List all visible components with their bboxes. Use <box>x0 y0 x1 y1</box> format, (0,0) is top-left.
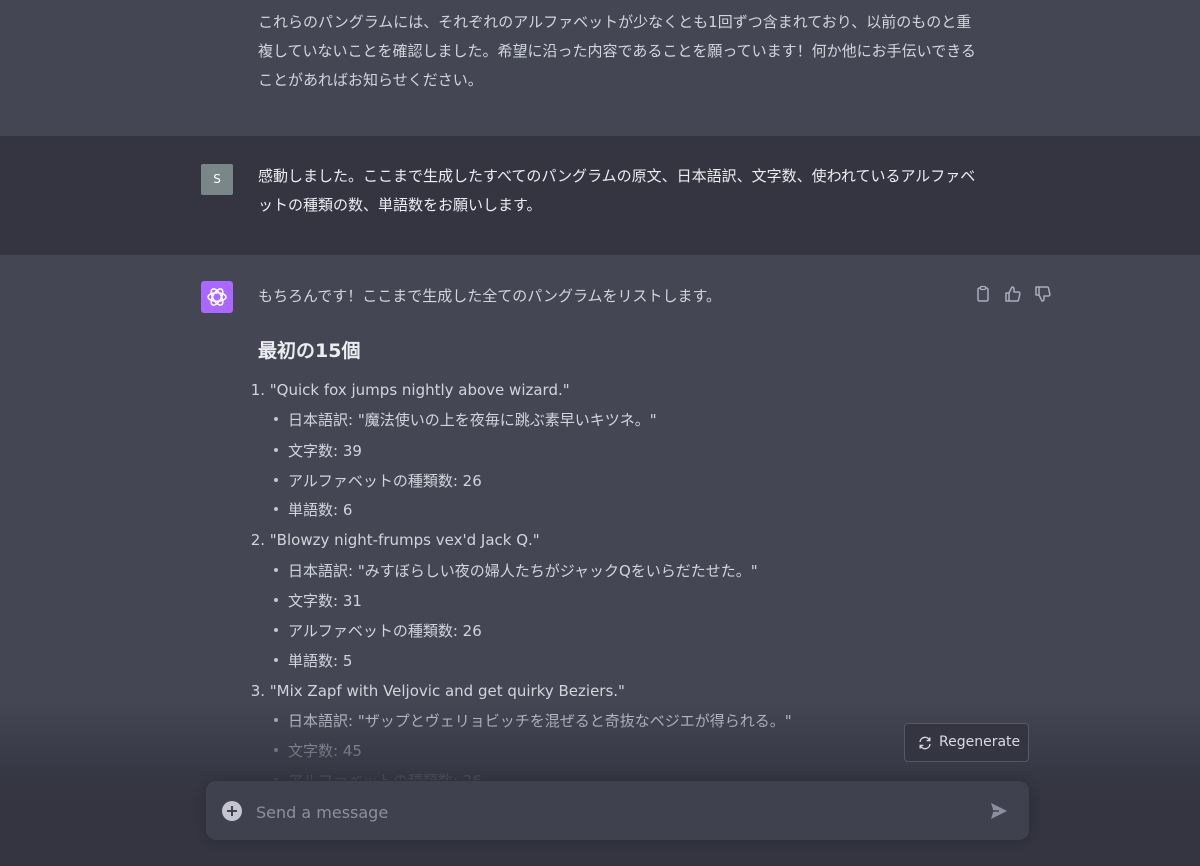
list-item-detail: 単語数: 6 <box>274 498 352 522</box>
openai-logo-icon <box>207 288 227 306</box>
list-item-number: 2. <box>250 531 265 549</box>
list-item-detail: 日本語訳: "魔法使いの上を夜毎に跳ぶ素早いキツネ。" <box>274 408 657 432</box>
previous-assistant-message: これらのパングラムには、それぞれのアルファベットが少なくとも1回ずつ含まれており… <box>0 0 1200 136</box>
refresh-icon <box>919 736 931 750</box>
list-item-detail: 日本語訳: "ザップとヴェリョビッチを混ぜると奇抜なベジエが得られる。" <box>274 709 792 733</box>
list-item-detail: 文字数: 39 <box>274 439 362 463</box>
list-item-detail: 文字数: 45 <box>274 739 362 763</box>
copy-icon[interactable] <box>973 284 993 304</box>
list-item-detail: 単語数: 5 <box>274 649 352 673</box>
list-item-title: "Mix Zapf with Veljovic and get quirky B… <box>269 682 625 700</box>
list-item-detail: 文字数: 31 <box>274 589 362 613</box>
user-avatar: S <box>201 164 233 195</box>
regenerate-label: Regenerate <box>939 734 1021 750</box>
assistant-avatar <box>201 281 233 313</box>
send-icon[interactable] <box>988 800 1010 822</box>
section-heading: 最初の15個 <box>258 340 361 362</box>
message-input[interactable] <box>254 795 978 829</box>
list-item-title: "Blowzy night-frumps vex'd Jack Q." <box>269 531 540 549</box>
message-actions <box>970 284 1060 304</box>
pangram-list: 1. "Quick fox jumps nightly above wizard… <box>238 376 998 780</box>
previous-message-text: これらのパングラムには、それぞれのアルファベットが少なくとも1回ずつ含まれており… <box>258 13 976 89</box>
list-item: 2. "Blowzy night-frumps vex'd Jack Q." <box>238 528 540 552</box>
list-item: 1. "Quick fox jumps nightly above wizard… <box>238 378 570 402</box>
list-item-detail: アルファベットの種類数: 26 <box>274 469 482 493</box>
list-item-number: 1. <box>250 381 265 399</box>
thumbs-up-icon[interactable] <box>1003 284 1023 304</box>
list-item-detail: アルファベットの種類数: 26 <box>274 619 482 643</box>
message-composer <box>206 781 1029 840</box>
list-item-title: "Quick fox jumps nightly above wizard." <box>269 381 570 399</box>
plus-icon[interactable] <box>222 801 242 821</box>
list-item-detail: アルファベットの種類数: 26 <box>274 769 482 780</box>
list-item-number: 3. <box>250 682 265 700</box>
regenerate-button[interactable]: Regenerate <box>904 723 1029 762</box>
list-item-detail: 日本語訳: "みすぼらしい夜の婦人たちがジャックQをいらだたせた。" <box>274 559 758 583</box>
user-message-text: 感動しました。ここまで生成したすべてのパングラムの原文、日本語訳、文字数、使われ… <box>258 167 976 214</box>
thumbs-down-icon[interactable] <box>1033 284 1053 304</box>
assistant-intro: もちろんです！ここまで生成した全てのパングラムをリストします。 <box>258 287 722 305</box>
list-item: 3. "Mix Zapf with Veljovic and get quirk… <box>238 679 625 703</box>
